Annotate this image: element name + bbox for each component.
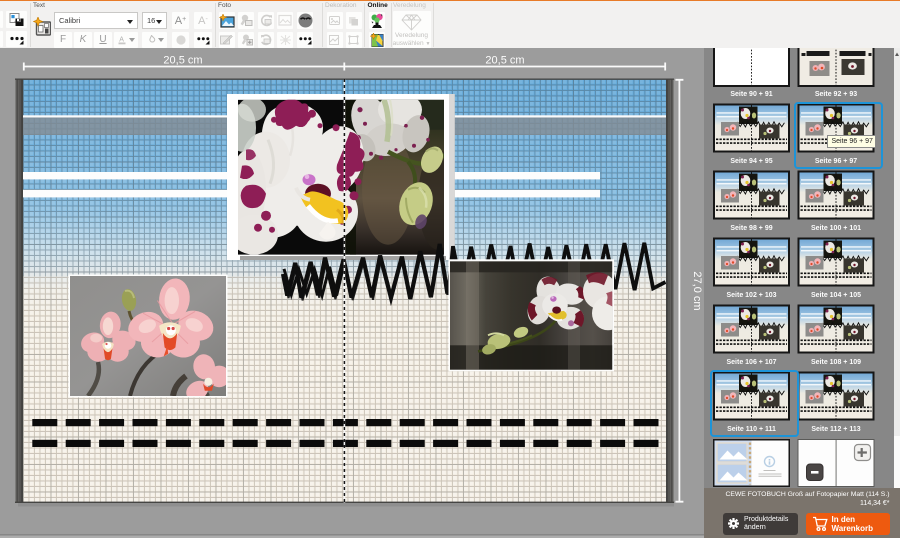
svg-text:A: A xyxy=(119,37,124,44)
svg-text:27,0 cm: 27,0 cm xyxy=(691,271,703,310)
svg-text:20,5 cm: 20,5 cm xyxy=(163,55,202,67)
svg-text:20,5 cm: 20,5 cm xyxy=(485,55,524,67)
